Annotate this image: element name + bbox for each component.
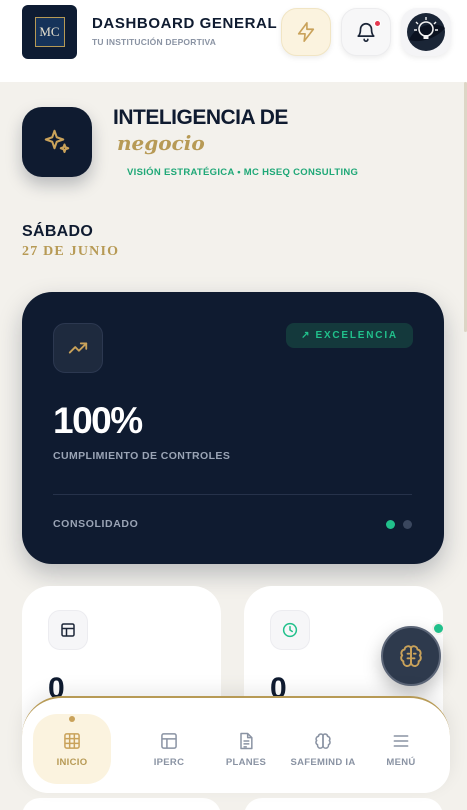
avatar-image [407,13,445,51]
trend-badge [53,323,103,373]
dashboard-subtitle: TU INSTITUCIÓN DEPORTIVA [92,37,217,47]
grid-icon [64,732,80,749]
table-icon [61,623,75,637]
brain-icon [400,645,422,667]
nav-item-safemind[interactable]: SAFEMIND IA [284,714,362,784]
page-subtitle: VISIÓN ESTRATÉGICA • MC HSEQ CONSULTING [127,167,359,178]
compliance-card[interactable]: ↗ EXCELENCIA 100% CUMPLIMIENTO DE CONTRO… [22,292,444,564]
lightning-icon [297,22,315,42]
top-header: MC DASHBOARD GENERAL TU INSTITUCIÓN DEPO… [0,0,467,82]
bottom-navigation: INICIO IPERC PLANES SAFEMIND IA MENÚ [22,696,450,793]
brand-logo[interactable]: MC [22,5,77,59]
arrow-up-right-icon: ↗ [301,330,310,341]
active-indicator [69,716,75,722]
nav-item-planes[interactable]: PLANES [207,714,285,784]
notifications-button[interactable] [341,8,391,56]
nav-label: MENÚ [386,756,416,768]
card-footer-label: CONSOLIDADO [53,518,139,530]
page-title-accent: negocio [117,131,205,155]
quick-actions-button[interactable] [281,8,331,56]
sparkles-icon [44,129,70,153]
carousel-dot[interactable] [403,520,412,529]
compliance-label: CUMPLIMIENTO DE CONTROLES [53,450,231,462]
stat-card-peek [22,798,221,810]
safemind-ai-button[interactable] [381,626,441,686]
nav-label: INICIO [56,756,88,768]
status-badge-label: EXCELENCIA [315,330,398,341]
date-label: 27 DE JUNIO [22,244,120,259]
dashboard-title: DASHBOARD GENERAL [92,15,278,32]
carousel-dot-active[interactable] [386,520,395,529]
stat-icon-box [270,610,310,650]
nav-label: IPERC [153,756,185,768]
brain-icon [315,732,331,749]
stat-card-peek [244,798,443,810]
hero-badge [22,107,92,177]
compliance-value: 100% [53,400,143,441]
status-badge: ↗ EXCELENCIA [286,323,413,348]
trending-up-icon [68,342,88,354]
nav-item-inicio[interactable]: INICIO [33,714,111,784]
page-title: INTELIGENCIA DE [113,106,288,129]
notification-badge [374,20,381,27]
nav-label: SAFEMIND IA [290,756,356,768]
table-icon [161,732,177,749]
nav-item-menu[interactable]: MENÚ [362,714,440,784]
logo-text: MC [39,24,60,39]
nav-item-iperc[interactable]: IPERC [130,714,208,784]
stat-icon-box [48,610,88,650]
nav-label: PLANES [225,756,267,768]
app-screen: MC DASHBOARD GENERAL TU INSTITUCIÓN DEPO… [0,0,467,810]
card-divider [53,494,412,495]
clock-icon [282,622,298,638]
weekday-label: SÁBADO [22,223,94,240]
document-icon [240,732,253,749]
ai-online-indicator [432,622,445,635]
user-avatar[interactable] [401,8,451,56]
logo-emblem: MC [34,17,65,47]
menu-icon [393,734,409,747]
